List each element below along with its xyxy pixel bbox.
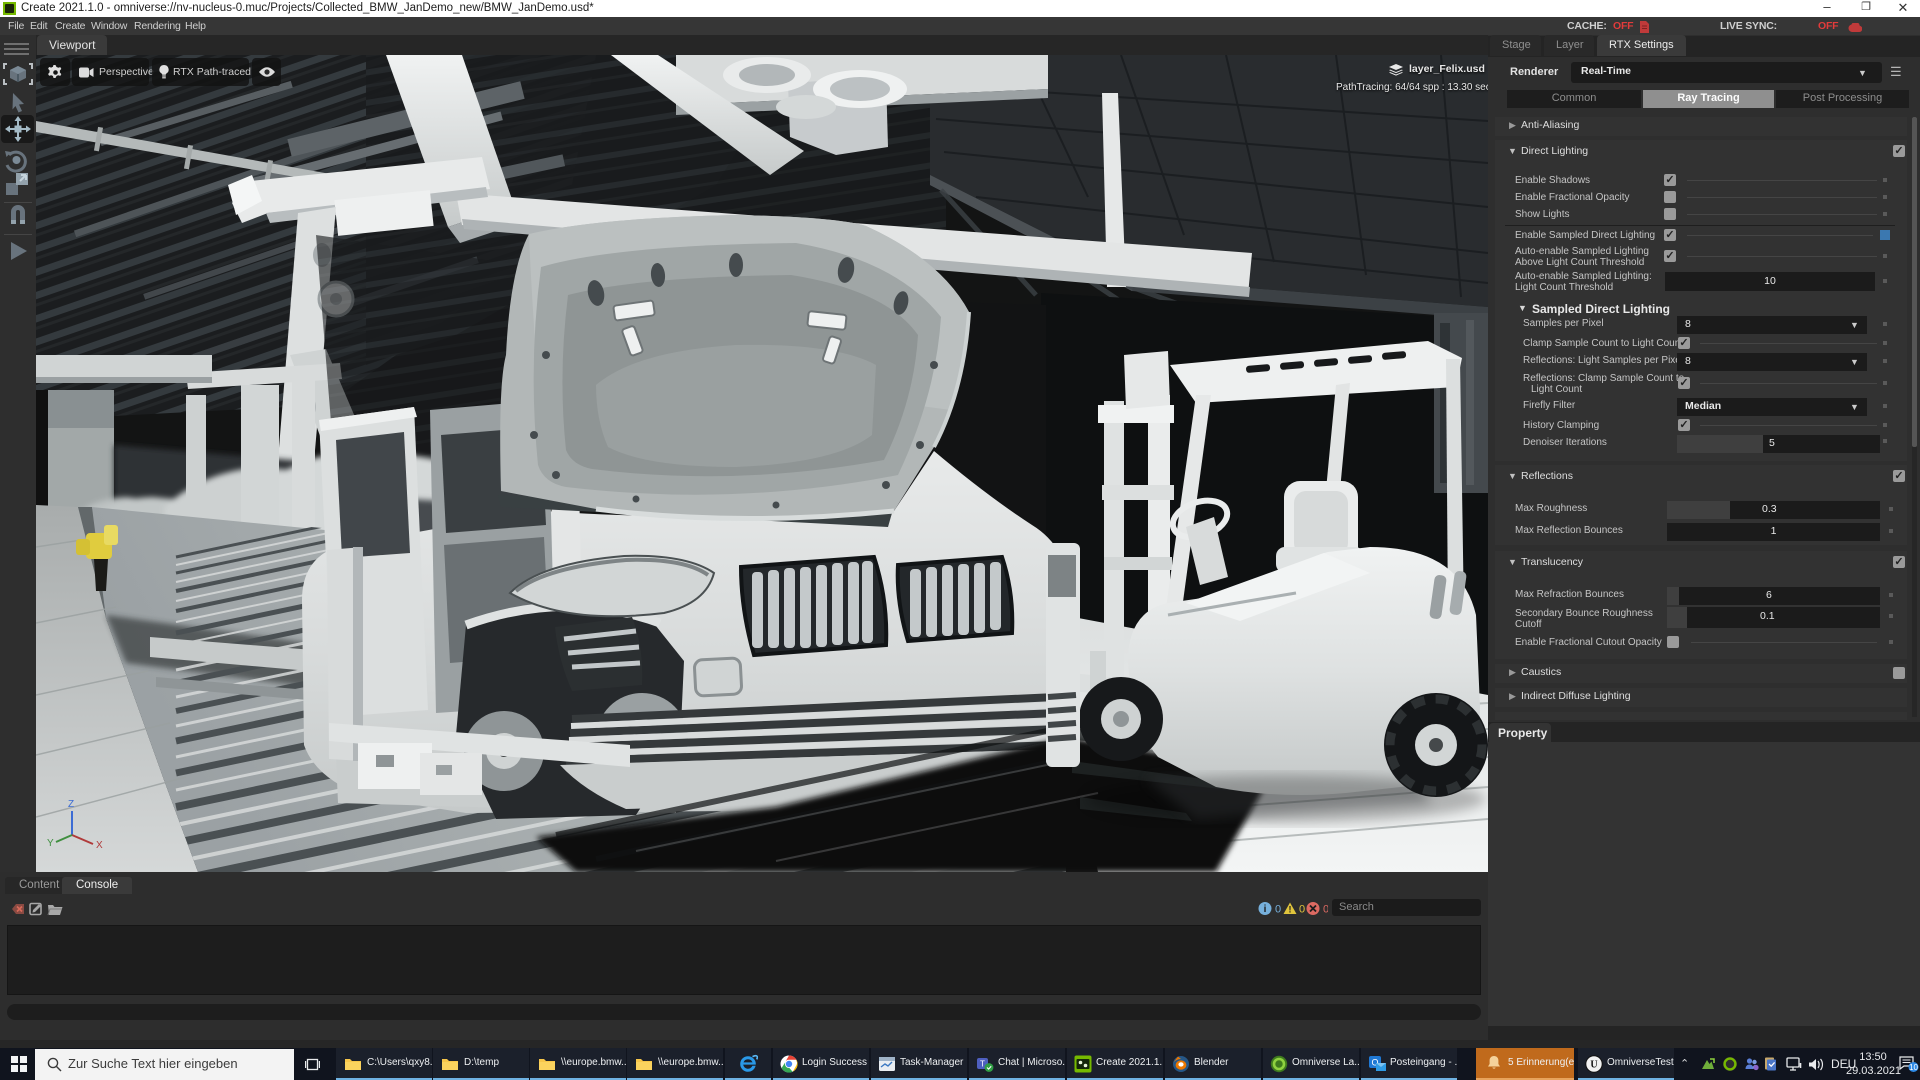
svg-text:0: 0 [1299,904,1305,916]
svg-text:T: T [980,1060,985,1069]
svg-text:0: 0 [1275,904,1281,916]
svg-text:U: U [1590,1060,1597,1071]
svg-text:X: X [96,840,103,851]
svg-text:!: ! [1289,905,1292,915]
svg-text:0: 0 [1323,904,1328,916]
svg-text:i: i [1264,904,1267,915]
svg-text:Z: Z [68,799,74,810]
svg-text:10: 10 [1909,1063,1918,1072]
svg-text:Y: Y [47,838,54,849]
